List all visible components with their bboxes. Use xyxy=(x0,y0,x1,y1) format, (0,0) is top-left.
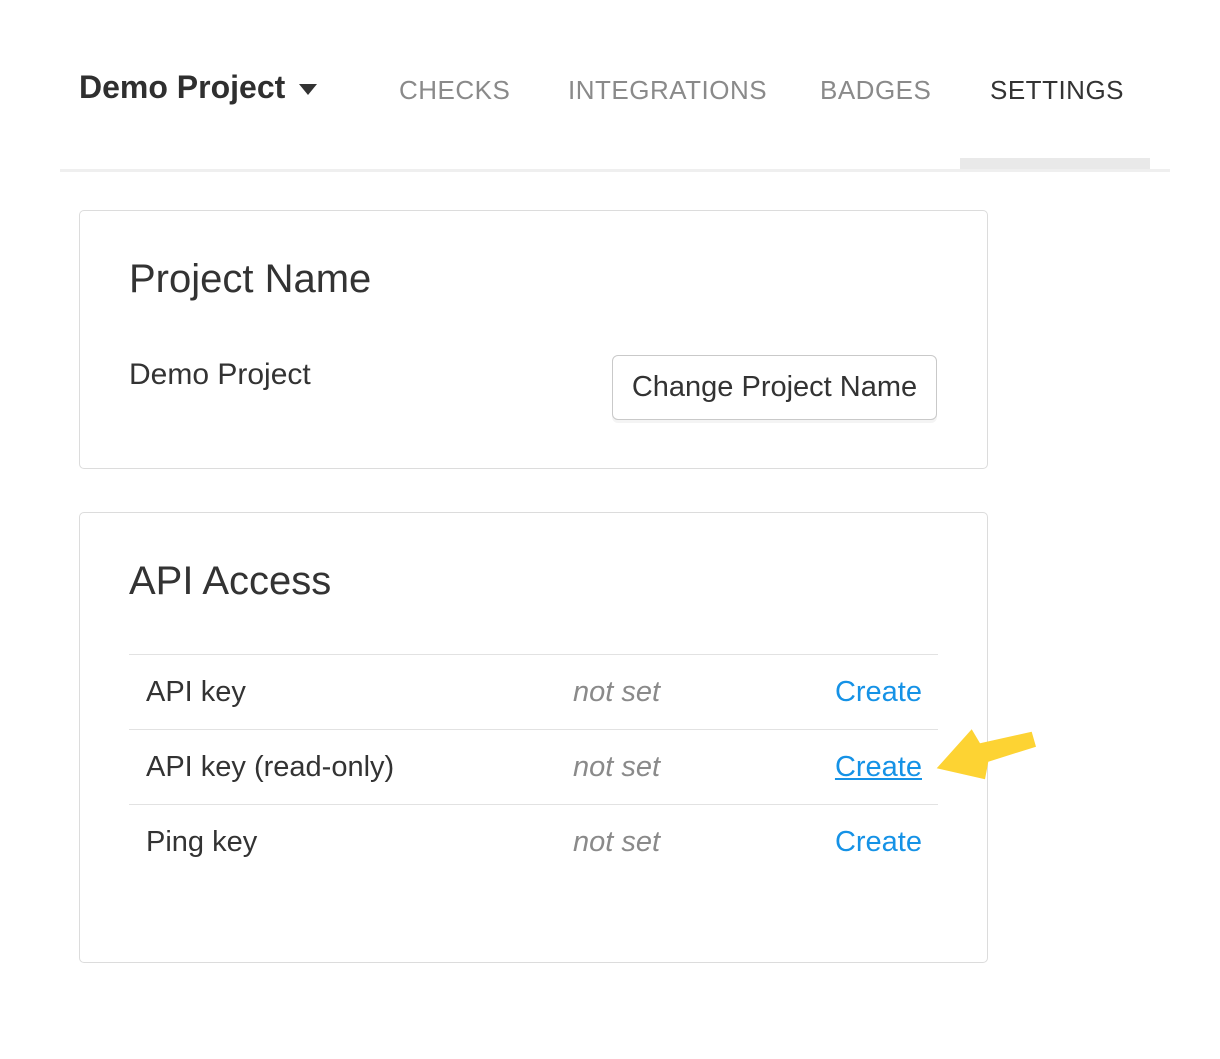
nav-divider xyxy=(60,169,1170,172)
api-access-card-title: API Access xyxy=(129,557,331,605)
table-row-api-key: API key not set Create xyxy=(129,654,938,729)
current-project-name: Demo Project xyxy=(129,357,311,393)
tab-checks[interactable]: CHECKS xyxy=(399,76,510,104)
api-keys-table: API key not set Create API key (read-onl… xyxy=(129,654,938,879)
tab-integrations[interactable]: INTEGRATIONS xyxy=(568,76,767,104)
api-key-read-only-label: API key (read-only) xyxy=(129,751,573,784)
table-row-ping-key: Ping key not set Create xyxy=(129,804,938,879)
project-name-card-title: Project Name xyxy=(129,255,371,303)
api-access-card: API Access API key not set Create API ke… xyxy=(79,512,988,963)
create-api-key-read-only-link[interactable]: Create xyxy=(835,751,922,783)
ping-key-value: not set xyxy=(573,826,803,859)
api-key-label: API key xyxy=(129,676,573,709)
api-key-value: not set xyxy=(573,676,803,709)
ping-key-label: Ping key xyxy=(129,826,573,859)
tab-badges[interactable]: BADGES xyxy=(820,76,931,104)
project-selector-label: Demo Project xyxy=(79,68,285,106)
change-project-name-button[interactable]: Change Project Name xyxy=(612,355,937,420)
table-row-api-key-read-only: API key (read-only) not set Create xyxy=(129,729,938,804)
project-name-card: Project Name Demo Project Change Project… xyxy=(79,210,988,469)
create-ping-key-link[interactable]: Create xyxy=(835,826,922,858)
caret-down-icon xyxy=(299,84,317,95)
tab-settings[interactable]: SETTINGS xyxy=(990,76,1124,104)
api-key-read-only-value: not set xyxy=(573,751,803,784)
settings-page: Demo Project CHECKS INTEGRATIONS BADGES … xyxy=(0,0,1220,1059)
project-selector-dropdown[interactable]: Demo Project xyxy=(79,68,317,106)
create-api-key-link[interactable]: Create xyxy=(835,676,922,708)
